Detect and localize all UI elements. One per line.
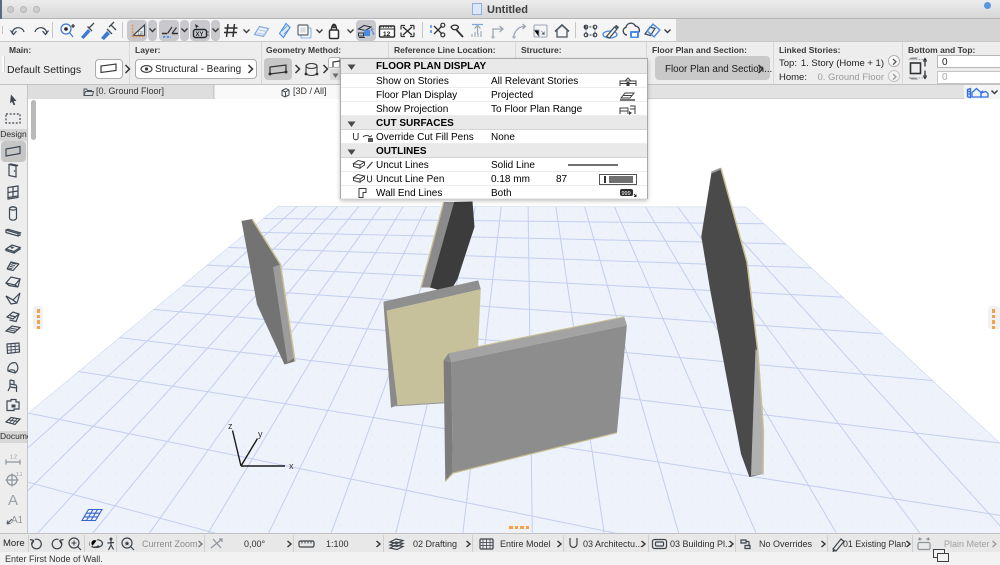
svg-text:12: 12 [383,31,391,38]
svg-text:y: y [258,429,263,439]
svg-text:A: A [8,492,18,508]
svg-text:A1: A1 [11,515,22,526]
svg-text:x: x [289,461,294,471]
svg-text:XY: XY [196,32,204,38]
svg-text:◲: ◲ [138,31,144,37]
svg-text:999: 999 [622,191,631,197]
svg-text:z: z [228,421,233,431]
svg-text:1.2: 1.2 [16,472,22,478]
svg-text:1.2: 1.2 [10,455,17,461]
